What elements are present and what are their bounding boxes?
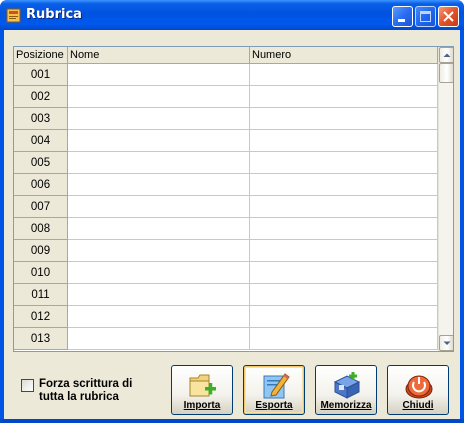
cell-nome[interactable] bbox=[68, 196, 250, 218]
cell-nome[interactable] bbox=[68, 306, 250, 328]
table-row[interactable]: 012 bbox=[14, 306, 438, 328]
minimize-button[interactable] bbox=[392, 6, 413, 27]
row-position: 013 bbox=[14, 328, 68, 350]
force-write-label-line2: tutta la rubrica bbox=[39, 391, 119, 403]
force-write-label-line1: Forza scrittura di bbox=[39, 378, 133, 390]
scroll-down-button[interactable] bbox=[439, 335, 453, 351]
cell-nome[interactable] bbox=[68, 262, 250, 284]
force-write-checkbox[interactable] bbox=[21, 379, 34, 392]
cell-numero[interactable] bbox=[250, 174, 438, 196]
header-posizione[interactable]: Posizione bbox=[14, 47, 68, 64]
row-position: 004 bbox=[14, 130, 68, 152]
cell-numero[interactable] bbox=[250, 64, 438, 86]
close-button[interactable] bbox=[438, 6, 459, 27]
cell-nome[interactable] bbox=[68, 284, 250, 306]
table-row[interactable]: 009 bbox=[14, 240, 438, 262]
header-nome[interactable]: Nome bbox=[68, 47, 250, 64]
cell-numero[interactable] bbox=[250, 240, 438, 262]
header-numero[interactable]: Numero bbox=[250, 47, 438, 64]
row-position: 012 bbox=[14, 306, 68, 328]
table-row[interactable]: 004 bbox=[14, 130, 438, 152]
cell-numero[interactable] bbox=[250, 86, 438, 108]
table-row[interactable]: 002 bbox=[14, 86, 438, 108]
cell-numero[interactable] bbox=[250, 328, 438, 350]
import-button[interactable]: Importa bbox=[171, 365, 233, 415]
rubrica-window: Rubrica Posizione Nome Numero 001 002 00… bbox=[0, 0, 464, 423]
cell-nome[interactable] bbox=[68, 174, 250, 196]
export-label: Esporta bbox=[255, 400, 293, 411]
row-position: 010 bbox=[14, 262, 68, 284]
close-icon bbox=[443, 11, 454, 22]
cell-nome[interactable] bbox=[68, 64, 250, 86]
row-position: 008 bbox=[14, 218, 68, 240]
contacts-grid[interactable]: Posizione Nome Numero 001 002 003 004 00… bbox=[13, 46, 454, 352]
minimize-icon bbox=[398, 19, 405, 22]
scroll-up-button[interactable] bbox=[439, 47, 453, 63]
cell-numero[interactable] bbox=[250, 284, 438, 306]
table-row[interactable]: 001 bbox=[14, 64, 438, 86]
cell-numero[interactable] bbox=[250, 152, 438, 174]
cell-nome[interactable] bbox=[68, 152, 250, 174]
grid-body: 001 002 003 004 005 006 007 008 009 010 … bbox=[14, 64, 438, 350]
import-label: Importa bbox=[183, 400, 221, 411]
cell-numero[interactable] bbox=[250, 262, 438, 284]
cell-nome[interactable] bbox=[68, 130, 250, 152]
close-app-button[interactable]: Chiudi bbox=[387, 365, 449, 415]
address-book-icon bbox=[6, 8, 21, 23]
maximize-icon bbox=[420, 11, 431, 22]
cell-numero[interactable] bbox=[250, 108, 438, 130]
cell-nome[interactable] bbox=[68, 240, 250, 262]
save-label: Memorizza bbox=[320, 400, 372, 411]
arrow-up-icon bbox=[443, 53, 451, 57]
maximize-button[interactable] bbox=[415, 6, 436, 27]
cell-nome[interactable] bbox=[68, 328, 250, 350]
cell-numero[interactable] bbox=[250, 196, 438, 218]
window-title: Rubrica bbox=[26, 7, 82, 22]
cell-numero[interactable] bbox=[250, 130, 438, 152]
title-bar[interactable]: Rubrica bbox=[0, 0, 464, 30]
pencil-note-icon bbox=[263, 373, 290, 399]
vertical-scrollbar[interactable] bbox=[438, 47, 453, 351]
cell-nome[interactable] bbox=[68, 86, 250, 108]
cell-nome[interactable] bbox=[68, 218, 250, 240]
force-write-option[interactable]: Forza scrittura di tutta la rubrica bbox=[21, 378, 149, 404]
row-position: 001 bbox=[14, 64, 68, 86]
row-position: 011 bbox=[14, 284, 68, 306]
window-client-area: Posizione Nome Numero 001 002 003 004 00… bbox=[4, 30, 460, 419]
row-position: 009 bbox=[14, 240, 68, 262]
cell-nome[interactable] bbox=[68, 108, 250, 130]
close-app-label: Chiudi bbox=[402, 400, 434, 411]
row-position: 005 bbox=[14, 152, 68, 174]
table-row[interactable]: 003 bbox=[14, 108, 438, 130]
table-row[interactable]: 011 bbox=[14, 284, 438, 306]
row-position: 007 bbox=[14, 196, 68, 218]
floppy-save-icon bbox=[333, 372, 361, 399]
cell-numero[interactable] bbox=[250, 218, 438, 240]
row-position: 003 bbox=[14, 108, 68, 130]
folder-add-icon bbox=[189, 374, 216, 397]
scroll-thumb[interactable] bbox=[439, 63, 453, 83]
table-row[interactable]: 010 bbox=[14, 262, 438, 284]
force-write-label[interactable]: Forza scrittura di tutta la rubrica bbox=[39, 378, 149, 404]
table-row[interactable]: 007 bbox=[14, 196, 438, 218]
save-button[interactable]: Memorizza bbox=[315, 365, 377, 415]
table-row[interactable]: 006 bbox=[14, 174, 438, 196]
table-row[interactable]: 005 bbox=[14, 152, 438, 174]
row-position: 002 bbox=[14, 86, 68, 108]
grid-header: Posizione Nome Numero bbox=[14, 47, 438, 64]
row-position: 006 bbox=[14, 174, 68, 196]
power-icon bbox=[405, 375, 433, 399]
table-row[interactable]: 008 bbox=[14, 218, 438, 240]
export-button[interactable]: Esporta bbox=[243, 365, 305, 415]
arrow-down-icon bbox=[443, 341, 451, 345]
table-row[interactable]: 013 bbox=[14, 328, 438, 350]
cell-numero[interactable] bbox=[250, 306, 438, 328]
window-frame-bottom bbox=[0, 419, 464, 423]
